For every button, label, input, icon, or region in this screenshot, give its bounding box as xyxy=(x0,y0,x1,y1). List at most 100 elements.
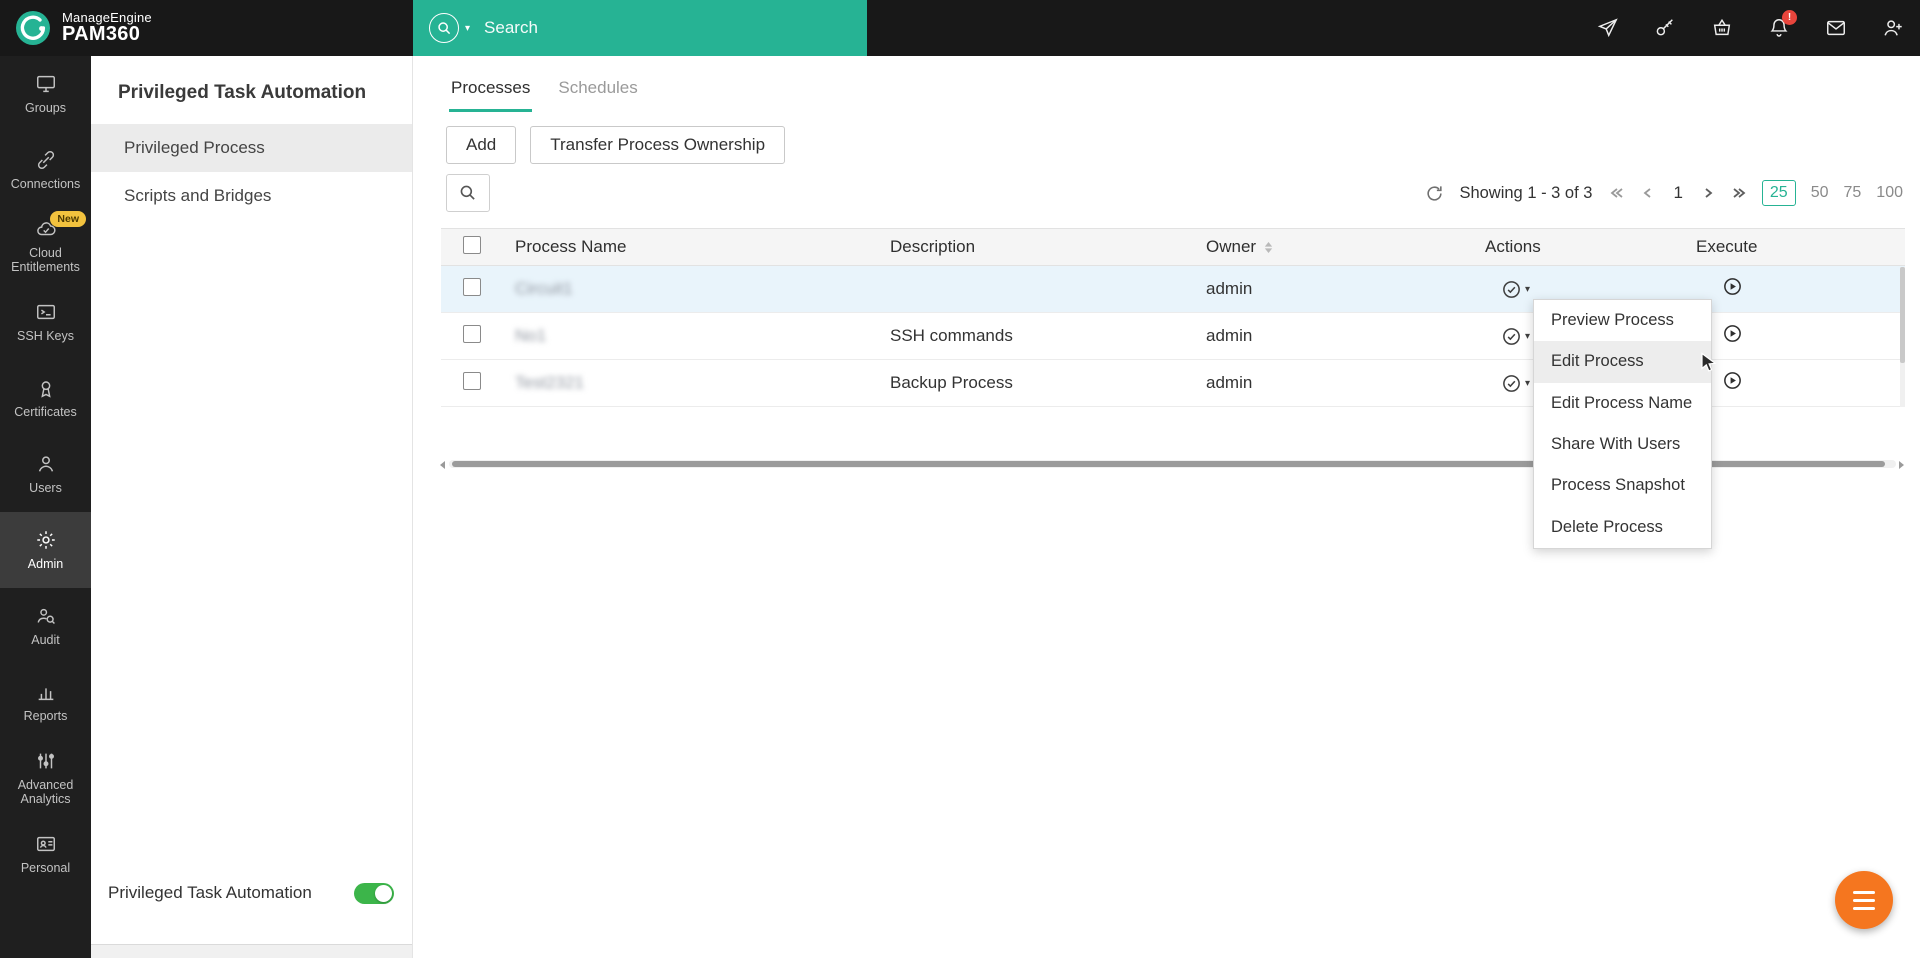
column-header-owner[interactable]: Owner xyxy=(1206,237,1485,257)
actions-context-menu: Preview Process Edit Process Edit Proces… xyxy=(1533,299,1712,549)
panel-bottom-strip xyxy=(91,944,412,958)
page-size-50[interactable]: 50 xyxy=(1811,184,1829,202)
column-header-actions: Actions xyxy=(1485,237,1696,257)
execute-button[interactable] xyxy=(1722,276,1743,297)
page-size-25[interactable]: 25 xyxy=(1762,180,1796,206)
actions-caret-icon[interactable]: ▾ xyxy=(1525,284,1530,295)
process-description: Backup Process xyxy=(890,373,1206,393)
sidebar-item-groups[interactable]: Groups xyxy=(0,56,91,132)
panel-item-privileged-process[interactable]: Privileged Process xyxy=(91,124,412,172)
process-name[interactable]: Circuit1 xyxy=(515,279,890,299)
search-icon[interactable] xyxy=(429,13,459,43)
hscroll-left-arrow-icon[interactable] xyxy=(440,461,445,469)
sidebar-item-cloud-entitlements[interactable]: New Cloud Entitlements xyxy=(0,208,91,284)
column-header-execute: Execute xyxy=(1696,237,1905,257)
menu-item-edit-process-name[interactable]: Edit Process Name xyxy=(1534,383,1711,424)
sidebar-item-label: Certificates xyxy=(14,405,77,419)
quick-access-icon[interactable] xyxy=(1597,17,1619,39)
sidebar-item-label: Reports xyxy=(24,709,68,723)
showing-count: Showing 1 - 3 of 3 xyxy=(1459,184,1592,203)
sidebar-item-advanced-analytics[interactable]: Advanced Analytics xyxy=(0,740,91,816)
feature-toggle-label: Privileged Task Automation xyxy=(108,883,312,903)
sidebar-item-personal[interactable]: Personal xyxy=(0,816,91,892)
actions-menu-button[interactable] xyxy=(1501,279,1522,300)
process-description: SSH commands xyxy=(890,326,1206,346)
primary-sidebar: Groups Connections New Cloud Entitlement… xyxy=(0,56,91,958)
process-owner: admin xyxy=(1206,326,1485,346)
select-all-checkbox[interactable] xyxy=(463,236,481,254)
transfer-process-ownership-button[interactable]: Transfer Process Ownership xyxy=(530,126,785,164)
user-account-icon[interactable] xyxy=(1882,17,1904,39)
password-request-icon[interactable] xyxy=(1654,17,1676,39)
row-checkbox[interactable] xyxy=(463,278,481,296)
actions-caret-icon[interactable]: ▾ xyxy=(1525,378,1530,389)
row-checkbox[interactable] xyxy=(463,372,481,390)
previous-page-button[interactable] xyxy=(1640,185,1656,201)
sidebar-item-label: Users xyxy=(29,481,62,495)
column-header-process-name[interactable]: Process Name xyxy=(515,237,890,257)
certificates-icon xyxy=(35,377,57,399)
sidebar-item-users[interactable]: Users xyxy=(0,436,91,512)
next-page-button[interactable] xyxy=(1700,185,1716,201)
toggle-knob xyxy=(375,885,392,902)
new-badge: New xyxy=(50,211,86,227)
sidebar-item-audit[interactable]: Audit xyxy=(0,588,91,664)
actions-caret-icon[interactable]: ▾ xyxy=(1525,331,1530,342)
resource-basket-icon[interactable] xyxy=(1711,17,1733,39)
menu-item-edit-process[interactable]: Edit Process xyxy=(1534,341,1711,382)
first-page-button[interactable] xyxy=(1609,185,1625,201)
actions-menu-button[interactable] xyxy=(1501,373,1522,394)
brand-logo[interactable]: ManageEngine PAM360 xyxy=(14,0,152,56)
sidebar-item-ssh-keys[interactable]: SSH Keys xyxy=(0,284,91,360)
sidebar-item-label: Connections xyxy=(11,177,81,191)
actions-menu-button[interactable] xyxy=(1501,326,1522,347)
page-size-100[interactable]: 100 xyxy=(1876,184,1903,202)
execute-button[interactable] xyxy=(1722,323,1743,344)
refresh-icon[interactable] xyxy=(1425,184,1444,203)
menu-item-share-with-users[interactable]: Share With Users xyxy=(1534,424,1711,465)
sidebar-item-reports[interactable]: Reports xyxy=(0,664,91,740)
sidebar-item-certificates[interactable]: Certificates xyxy=(0,360,91,436)
top-bar: ManageEngine PAM360 ▾ xyxy=(0,0,1920,56)
menu-item-delete-process[interactable]: Delete Process xyxy=(1534,506,1711,547)
hamburger-icon xyxy=(1853,891,1875,894)
floating-menu-button[interactable] xyxy=(1835,871,1893,929)
sidebar-item-admin[interactable]: Admin xyxy=(0,512,91,588)
sort-icon[interactable] xyxy=(1263,240,1274,255)
notification-alert-badge: ! xyxy=(1782,10,1797,25)
execute-button[interactable] xyxy=(1722,370,1743,391)
global-search-input[interactable] xyxy=(484,18,814,38)
process-name[interactable]: Test2321 xyxy=(515,373,890,393)
table-search-button[interactable] xyxy=(446,174,490,212)
menu-item-preview-process[interactable]: Preview Process xyxy=(1534,300,1711,341)
last-page-button[interactable] xyxy=(1731,185,1747,201)
mail-icon[interactable] xyxy=(1825,17,1847,39)
add-button[interactable]: Add xyxy=(446,126,516,164)
sidebar-item-connections[interactable]: Connections xyxy=(0,132,91,208)
owner-header-label: Owner xyxy=(1206,237,1256,257)
hscroll-right-arrow-icon[interactable] xyxy=(1899,461,1904,469)
privileged-task-automation-toggle[interactable] xyxy=(354,883,394,904)
current-page[interactable]: 1 xyxy=(1671,183,1684,203)
process-name[interactable]: No1 xyxy=(515,326,890,346)
tab-schedules[interactable]: Schedules xyxy=(556,72,639,112)
personal-icon xyxy=(35,833,57,855)
menu-item-process-snapshot[interactable]: Process Snapshot xyxy=(1534,465,1711,506)
advanced-analytics-icon xyxy=(35,750,57,772)
row-checkbox[interactable] xyxy=(463,325,481,343)
panel-item-scripts-and-bridges[interactable]: Scripts and Bridges xyxy=(91,172,412,220)
sidebar-item-label: Audit xyxy=(31,633,60,647)
notifications-bell-icon[interactable]: ! xyxy=(1768,17,1790,39)
vertical-scrollbar[interactable] xyxy=(1900,267,1905,407)
page-size-75[interactable]: 75 xyxy=(1844,184,1862,202)
search-scope-caret-icon[interactable]: ▾ xyxy=(465,23,470,34)
audit-icon xyxy=(35,605,57,627)
process-owner: admin xyxy=(1206,279,1485,299)
vscroll-thumb[interactable] xyxy=(1900,267,1905,363)
tab-processes[interactable]: Processes xyxy=(449,72,532,112)
brand-line1: ManageEngine xyxy=(62,11,152,25)
brand-line2: PAM360 xyxy=(62,24,152,45)
secondary-sidebar: Privileged Task Automation Privileged Pr… xyxy=(91,56,413,958)
column-header-description[interactable]: Description xyxy=(890,237,1206,257)
process-owner: admin xyxy=(1206,373,1485,393)
